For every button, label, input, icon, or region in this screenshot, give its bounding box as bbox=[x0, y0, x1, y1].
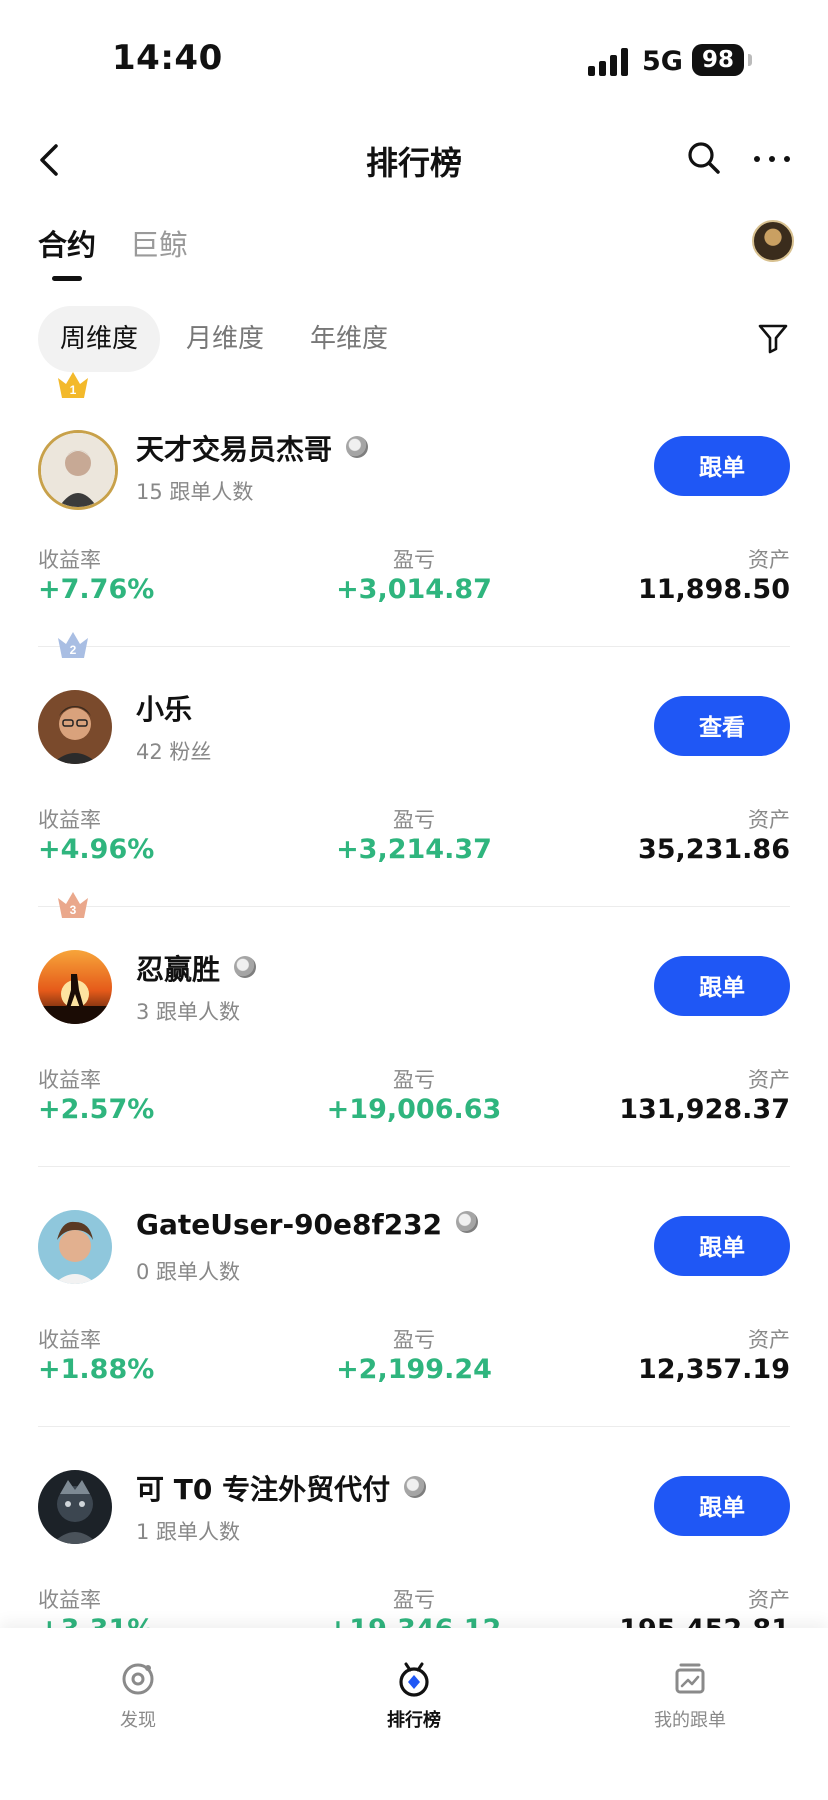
follower-count: 1 跟单人数 bbox=[136, 1520, 241, 1544]
tab-contracts[interactable]: 合约 bbox=[38, 222, 96, 264]
trader-name-text: 忍赢胜 bbox=[136, 953, 221, 986]
roi-label: 收益率 bbox=[38, 1588, 101, 1612]
nav-my-copy-trades[interactable]: 我的跟单 bbox=[630, 1660, 750, 1732]
roi-label: 收益率 bbox=[38, 1328, 101, 1352]
pnl-label: 盈亏 bbox=[393, 548, 435, 572]
pnl-label: 盈亏 bbox=[393, 1588, 435, 1612]
status-bar: 14:40 5G 98 bbox=[0, 0, 828, 120]
status-time: 14:40 bbox=[112, 38, 223, 78]
trader-name: GateUser-90e8f232 bbox=[136, 1208, 479, 1241]
list-item[interactable]: 3 忍赢胜 3 跟单人数 跟单 收益率 盈亏 资产 +2.57% +19,006… bbox=[38, 892, 790, 1168]
roi-label: 收益率 bbox=[38, 548, 101, 572]
nav-label: 发现 bbox=[120, 1710, 156, 1731]
network-type: 5G bbox=[642, 46, 683, 77]
assets-value: 35,231.86 bbox=[637, 834, 790, 865]
list-item[interactable]: GateUser-90e8f232 0 跟单人数 跟单 收益率 盈亏 资产 +1… bbox=[38, 1168, 790, 1428]
leaderboard-icon bbox=[399, 1662, 429, 1697]
follower-count: 0 跟单人数 bbox=[136, 1260, 241, 1284]
pnl-label: 盈亏 bbox=[393, 1068, 435, 1092]
trader-name: 天才交易员杰哥 bbox=[136, 428, 369, 468]
rank-badge-icon: 3 bbox=[58, 892, 88, 918]
main-tabs: 合约 巨鲸 bbox=[0, 210, 828, 290]
period-monthly[interactable]: 月维度 bbox=[164, 306, 286, 372]
trader-name-text: 小乐 bbox=[136, 693, 193, 726]
view-button[interactable]: 查看 bbox=[654, 696, 790, 756]
copy-trade-button[interactable]: 跟单 bbox=[654, 956, 790, 1016]
rank-badge-icon: 1 bbox=[58, 372, 88, 398]
follower-count: 42 粉丝 bbox=[136, 740, 212, 764]
list-item[interactable]: 2 小乐 42 粉丝 查看 收益率 盈亏 资产 +4.96% +3,214.37… bbox=[38, 632, 790, 908]
rank-number: 3 bbox=[70, 903, 77, 917]
roi-value: +7.76% bbox=[38, 574, 155, 605]
assets-label: 资产 bbox=[748, 1068, 790, 1092]
trader-name-text: 天才交易员杰哥 bbox=[136, 433, 333, 466]
copy-trades-icon bbox=[675, 1663, 705, 1694]
period-weekly[interactable]: 周维度 bbox=[38, 306, 161, 372]
assets-label: 资产 bbox=[748, 548, 790, 572]
trader-name-text: 可 T0 专注外贸代付 bbox=[136, 1473, 391, 1506]
trader-name-text: GateUser-90e8f232 bbox=[136, 1208, 443, 1241]
pnl-value: +3,014.87 bbox=[336, 574, 492, 605]
avatar bbox=[38, 950, 112, 1024]
divider bbox=[38, 906, 790, 907]
assets-label: 资产 bbox=[748, 1588, 790, 1612]
divider bbox=[38, 1166, 790, 1167]
rank-badge-icon: 2 bbox=[58, 632, 88, 658]
assets-value: 11,898.50 bbox=[637, 574, 790, 605]
trader-name: 忍赢胜 bbox=[136, 948, 257, 988]
nav-label: 我的跟单 bbox=[654, 1710, 726, 1731]
list-item[interactable]: 1 天才交易员杰哥 15 跟单人数 跟单 收益率 盈亏 资产 +7.76% +3… bbox=[38, 372, 790, 648]
search-icon[interactable] bbox=[684, 138, 724, 178]
medal-icon bbox=[346, 436, 369, 458]
avatar bbox=[38, 1470, 112, 1544]
more-icon[interactable] bbox=[752, 156, 792, 166]
assets-value: 12,357.19 bbox=[637, 1354, 790, 1385]
trader-name: 小乐 bbox=[136, 688, 192, 728]
discover-icon bbox=[122, 1663, 154, 1695]
user-avatar[interactable] bbox=[752, 220, 794, 262]
copy-trade-button[interactable]: 跟单 bbox=[654, 1216, 790, 1276]
tab-underline bbox=[52, 276, 82, 281]
pnl-value: +3,214.37 bbox=[336, 834, 492, 865]
bottom-nav: 发现 排行榜 我的跟单 bbox=[0, 1628, 828, 1800]
divider bbox=[38, 1426, 790, 1427]
tab-whales[interactable]: 巨鲸 bbox=[130, 222, 188, 264]
battery-tip bbox=[748, 54, 752, 66]
rank-number: 1 bbox=[70, 383, 77, 397]
assets-label: 资产 bbox=[748, 808, 790, 832]
pnl-value: +19,006.63 bbox=[326, 1094, 502, 1125]
pnl-value: +2,199.24 bbox=[336, 1354, 492, 1385]
roi-label: 收益率 bbox=[38, 1068, 101, 1092]
copy-trade-button[interactable]: 跟单 bbox=[654, 1476, 790, 1536]
assets-label: 资产 bbox=[748, 1328, 790, 1352]
medal-icon bbox=[234, 956, 257, 978]
roi-value: +4.96% bbox=[38, 834, 155, 865]
battery-icon: 98 bbox=[692, 44, 744, 76]
nav-bar: 排行榜 bbox=[0, 120, 828, 200]
nav-label: 排行榜 bbox=[387, 1710, 441, 1731]
nav-discover[interactable]: 发现 bbox=[78, 1660, 198, 1732]
follower-count: 3 跟单人数 bbox=[136, 1000, 241, 1024]
roi-value: +2.57% bbox=[38, 1094, 155, 1125]
avatar bbox=[38, 430, 118, 510]
medal-icon bbox=[456, 1211, 479, 1233]
period-selector: 周维度 月维度 年维度 bbox=[0, 304, 828, 374]
trader-name: 可 T0 专注外贸代付 bbox=[136, 1468, 427, 1508]
avatar bbox=[38, 1210, 112, 1284]
pnl-label: 盈亏 bbox=[393, 808, 435, 832]
copy-trade-button[interactable]: 跟单 bbox=[654, 436, 790, 496]
divider bbox=[38, 646, 790, 647]
signal-icon bbox=[588, 48, 630, 76]
rank-number: 2 bbox=[70, 643, 77, 657]
assets-value: 131,928.37 bbox=[619, 1094, 790, 1125]
nav-leaderboard[interactable]: 排行榜 bbox=[354, 1660, 474, 1732]
filter-icon[interactable] bbox=[757, 322, 789, 354]
avatar bbox=[38, 690, 112, 764]
roi-value: +1.88% bbox=[38, 1354, 155, 1385]
follower-count: 15 跟单人数 bbox=[136, 480, 254, 504]
pnl-label: 盈亏 bbox=[393, 1328, 435, 1352]
medal-icon bbox=[404, 1476, 427, 1498]
period-yearly[interactable]: 年维度 bbox=[288, 306, 410, 372]
roi-label: 收益率 bbox=[38, 808, 101, 832]
